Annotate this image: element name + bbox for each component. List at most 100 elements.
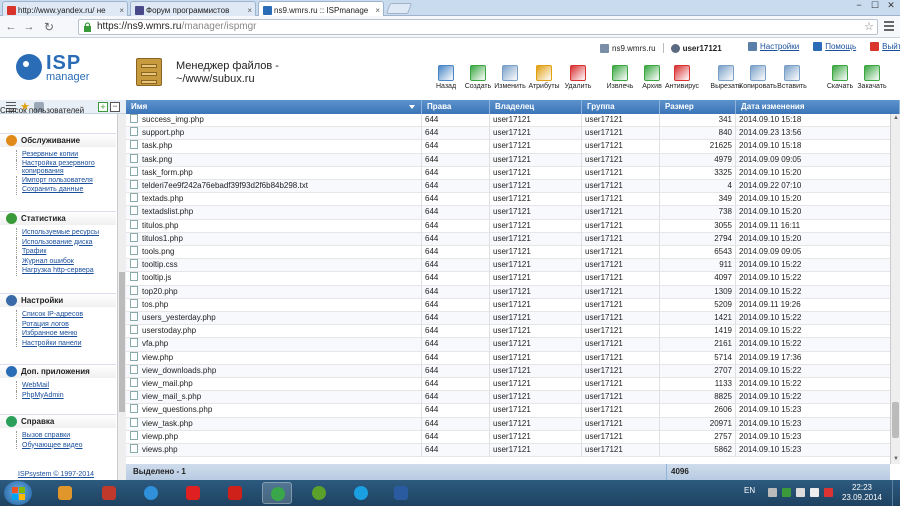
sidebar-section-header[interactable]: Справка — [0, 414, 116, 428]
sidebar-item[interactable]: Настройки панели — [0, 338, 116, 349]
show-desktop-button[interactable] — [892, 480, 900, 506]
browser-tab[interactable]: Форум программистов × — [130, 1, 256, 16]
close-window-button[interactable]: ✕ — [884, 0, 898, 12]
scrollbar-thumb[interactable] — [892, 402, 899, 438]
table-row[interactable]: titulos1.php 644 user17121 user17121 2794 201… — [126, 232, 890, 246]
sidebar-item[interactable]: Вызов справки — [0, 431, 116, 441]
table-row[interactable]: view_mail_s.php 644 user17121 user17121 8825… — [126, 391, 890, 405]
column-header[interactable]: Права — [422, 100, 490, 114]
taskbar-button[interactable] — [386, 482, 416, 504]
copyright-link[interactable]: ISPsystem © 1997-2014 — [18, 471, 94, 478]
table-row[interactable]: task_form.php 644 user17121 user17121 3325 20… — [126, 166, 890, 180]
back-nav-icon[interactable]: ← — [4, 20, 18, 34]
taskbar-button[interactable] — [50, 482, 80, 504]
sidebar-item[interactable]: Трафик — [0, 247, 116, 257]
column-header[interactable]: Дата изменения — [736, 100, 900, 114]
maximize-button[interactable]: ☐ — [868, 0, 882, 12]
column-header[interactable]: Имя — [126, 100, 422, 114]
sidebar-item[interactable]: Использование диска — [0, 237, 116, 248]
sidebar-item[interactable]: Ротация логов — [0, 319, 116, 330]
sidebar-item[interactable]: WebMail — [0, 381, 116, 391]
sidebar-item[interactable]: Резервные копии — [0, 150, 116, 160]
table-row[interactable]: userstoday.php 644 user17121 user17121 1419 2… — [126, 325, 890, 339]
forward-nav-icon[interactable]: → — [22, 20, 36, 34]
sidebar-section-header[interactable]: Обслуживание — [0, 133, 116, 147]
taskbar-button[interactable] — [136, 482, 166, 504]
toolbar-button[interactable]: Закачать — [852, 65, 892, 90]
taskbar-button[interactable] — [346, 482, 376, 504]
system-clock[interactable]: 22:23 23.09.2014 — [836, 483, 888, 503]
sidebar-section-header[interactable]: Настройки — [0, 293, 116, 307]
sidebar-item[interactable]: Список пользователей — [0, 107, 116, 115]
taskbar-button[interactable] — [220, 482, 250, 504]
table-row[interactable]: titulos.php 644 user17121 user17121 3055 2014… — [126, 219, 890, 233]
taskbar-button[interactable] — [94, 482, 124, 504]
table-row[interactable]: vfa.php 644 user17121 user17121 2161 2014.09.… — [126, 338, 890, 352]
table-row[interactable]: view_questions.php 644 user17121 user17121 2… — [126, 404, 890, 418]
sidebar-item[interactable]: Список IP-адресов — [0, 310, 116, 320]
tray-app-icon[interactable] — [782, 488, 791, 497]
sidebar-item[interactable]: PhpMyAdmin — [0, 390, 116, 401]
sidebar-item[interactable]: Журнал ошибок — [0, 256, 116, 267]
table-row[interactable]: task.php 644 user17121 user17121 21625 2014.0… — [126, 140, 890, 154]
alert-flag-icon[interactable] — [824, 488, 833, 497]
language-indicator[interactable]: EN — [744, 486, 755, 495]
table-row[interactable]: tools.png 644 user17121 user17121 6543 2014.0… — [126, 246, 890, 260]
start-button[interactable] — [4, 481, 32, 505]
column-header[interactable]: Размер — [660, 100, 736, 114]
sidebar-item[interactable]: Сохранить данные — [0, 185, 116, 195]
table-row[interactable]: task.png 644 user17121 user17121 4979 2014.09… — [126, 153, 890, 167]
reload-icon[interactable]: ↻ — [42, 20, 56, 34]
header-link[interactable]: Помощь — [825, 42, 856, 51]
sidebar-section-header[interactable]: Доп. приложения — [0, 364, 116, 378]
column-header[interactable]: Владелец — [490, 100, 582, 114]
table-row[interactable]: views.php 644 user17121 user17121 5862 2014.0… — [126, 444, 890, 458]
table-row[interactable]: users_yesterday.php 644 user17121 user17121… — [126, 312, 890, 326]
tray-flag-icon[interactable] — [768, 488, 777, 497]
taskbar-button[interactable] — [262, 482, 292, 504]
sort-arrow-icon[interactable] — [409, 105, 415, 109]
sidebar-item[interactable]: Используемые ресурсы — [0, 228, 116, 238]
network-icon[interactable] — [796, 488, 805, 497]
minimize-button[interactable]: − — [852, 0, 866, 12]
table-row[interactable]: textads.php 644 user17121 user17121 349 2014.… — [126, 193, 890, 207]
taskbar-button[interactable] — [178, 482, 208, 504]
table-scrollbar[interactable]: ▲ ▼ — [890, 114, 900, 464]
table-row[interactable]: viewp.php 644 user17121 user17121 2757 2014.0… — [126, 430, 890, 444]
table-row[interactable]: top20.php 644 user17121 user17121 1309 2014.0… — [126, 285, 890, 299]
sidebar-section-header[interactable]: Статистика — [0, 211, 116, 225]
sidebar-scrollbar[interactable] — [117, 114, 126, 480]
table-row[interactable]: success_img.php 644 user17121 user17121 341 2… — [126, 114, 890, 128]
url-input[interactable]: https://ns9.wmrs.ru/manager/ispmgr — [78, 19, 878, 35]
sidebar-item[interactable]: Импорт пользователя — [0, 175, 116, 186]
table-row[interactable]: tos.php 644 user17121 user17121 5209 2014.09.… — [126, 298, 890, 312]
table-row[interactable]: view_mail.php 644 user17121 user17121 1133 20… — [126, 378, 890, 392]
table-row[interactable]: tooltip.js 644 user17121 user17121 4097 2014.… — [126, 272, 890, 286]
table-row[interactable]: tooltip.css 644 user17121 user17121 911 2014.… — [126, 259, 890, 273]
table-row[interactable]: support.php 644 user17121 user17121 840 2014.… — [126, 127, 890, 141]
table-row[interactable]: telderi7ee9f242a76ebadf39f93d2f6b84b298.… — [126, 180, 890, 194]
bookmark-star-icon[interactable]: ☆ — [864, 20, 874, 33]
sidebar-item[interactable]: Настройка резервного копирования — [0, 159, 116, 176]
toolbar-button[interactable]: Вставить — [772, 65, 812, 90]
toolbar-button[interactable]: Антивирус — [662, 65, 702, 90]
tab-close-icon[interactable]: × — [375, 6, 380, 15]
toolbar-button[interactable]: Удалить — [558, 65, 598, 90]
column-header[interactable]: Группа — [582, 100, 660, 114]
sidebar-item[interactable]: Обучающее видео — [0, 440, 116, 451]
browser-menu-icon[interactable] — [884, 21, 894, 33]
browser-tab[interactable]: http://www.yandex.ru/ не × — [2, 1, 128, 16]
new-tab-button[interactable] — [385, 3, 413, 14]
table-row[interactable]: view_downloads.php 644 user17121 user17121 2… — [126, 364, 890, 378]
tab-close-icon[interactable]: × — [247, 6, 252, 15]
table-row[interactable]: view_task.php 644 user17121 user17121 20971 2… — [126, 417, 890, 431]
header-link[interactable]: Настройки — [760, 42, 799, 51]
sidebar-item[interactable]: Избранное меню — [0, 329, 116, 339]
table-row[interactable]: view.php 644 user17121 user17121 5714 2014.09… — [126, 351, 890, 365]
table-row[interactable]: textadslist.php 644 user17121 user17121 738 2… — [126, 206, 890, 220]
sidebar-item[interactable]: Нагрузка http-сервера — [0, 266, 116, 276]
header-link[interactable]: Выйти — [882, 42, 900, 51]
taskbar-button[interactable] — [304, 482, 334, 504]
volume-icon[interactable] — [810, 488, 819, 497]
tab-close-icon[interactable]: × — [119, 6, 124, 15]
